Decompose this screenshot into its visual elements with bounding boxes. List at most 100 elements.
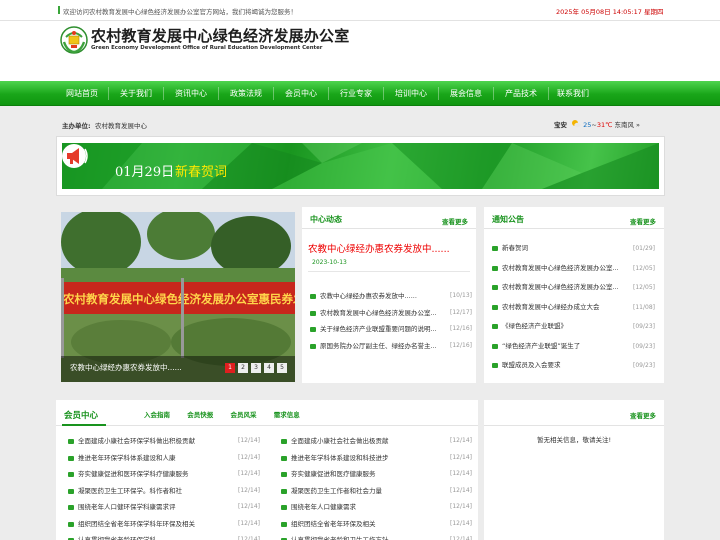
divider (308, 271, 470, 272)
list-item-text[interactable]: 推进老年学科体系建设和科技进步 (291, 450, 389, 467)
list-item-date: [11/08] (633, 303, 655, 311)
list-item[interactable]: “绿色经济产业联盟”诞生了 [09/23] (492, 337, 655, 357)
list-item-text[interactable]: 组织团结全省老年环保学科年环保及相关 (78, 516, 195, 533)
site-title-cn[interactable]: 农村教育发展中心绿色经济发展办公室 (91, 25, 349, 46)
list-item-text[interactable]: 围绕老年人口健环保学科康需求评 (78, 499, 176, 516)
list-bullet-icon (281, 521, 287, 527)
tab-member-showcase[interactable]: 会员风采 (230, 409, 256, 419)
list-item-text[interactable]: 关于绿色经济产业联盟重要问题的说明... (320, 321, 437, 338)
list-item[interactable]: 围绕老年人口健康需求 [12/14] (281, 499, 472, 516)
current-datetime: 2025年 05月08日 14:05:17 星期四 (556, 8, 664, 16)
photo-slider[interactable]: 农村教育发展中心绿色经济发展办公室惠民券发放 农教中心绿经办惠农券发放中....… (61, 212, 295, 382)
list-item-text[interactable]: 认真贯彻我省老龄和卫生工作方针 (291, 532, 389, 540)
list-item[interactable]: 凝聚医药卫生工作者和社会力量 [12/14] (281, 483, 472, 500)
tab-member-news[interactable]: 会员快报 (187, 409, 213, 419)
list-item[interactable]: 《绿色经济产业联盟》 [09/23] (492, 317, 655, 337)
nav-policy[interactable]: 政策法规 (219, 81, 273, 106)
slide-caption[interactable]: 农教中心绿经办惠农券发放中...... (70, 362, 182, 373)
nav-news[interactable]: 资讯中心 (164, 81, 218, 106)
list-item[interactable]: 夯实健康促进和医环保学科疗健康服务 [12/14] (68, 466, 260, 483)
list-item[interactable]: 认真贯彻我省老龄环保学科 [12/14] (68, 532, 260, 540)
list-item-date: [12/05] (633, 284, 655, 291)
greeting-banner[interactable]: 01月29日 新春贺词 (56, 136, 665, 196)
list-item-text[interactable]: 农村教育发展中心绿色经济发展办公室... (502, 259, 619, 279)
list-item-date: [12/14] (238, 536, 260, 540)
banner-title[interactable]: 新春贺词 (175, 161, 227, 180)
list-item-text[interactable]: 联盟成员及入会要求 (502, 356, 561, 376)
list-item-text[interactable]: 凝聚医药卫生工作者和社会力量 (291, 483, 382, 500)
list-bullet-icon (310, 310, 316, 316)
list-item[interactable]: 农村教育发展中心绿色经济发展办公室... [12/17] (310, 305, 472, 322)
list-item[interactable]: 组织团结全省老年环保学科年环保及相关 [12/14] (68, 516, 260, 533)
list-item-date: [12/17] (450, 308, 472, 316)
list-item[interactable]: 认真贯彻我省老龄和卫生工作方针 [12/14] (281, 532, 472, 540)
list-item-text[interactable]: 农村教育发展中心绿色经济发展办公室... (502, 278, 619, 298)
top-bar: 欢迎访问农村教育发展中心绿色经济发展办公室官方网站，我们将竭诚为您服务！ 202… (0, 0, 720, 21)
nav-exhibition[interactable]: 展会信息 (439, 81, 493, 106)
list-item[interactable]: 农村教育发展中心绿经办成立大会 [11/08] (492, 298, 655, 318)
list-item[interactable]: 联盟成员及入会要求 [09/23] (492, 356, 655, 376)
panel-header: 通知公告 查看更多 (484, 207, 664, 229)
list-item-text[interactable]: 夯实健康促进和医疗健康服务 (291, 466, 376, 483)
list-item-date: [12/14] (450, 486, 472, 494)
list-item-text[interactable]: 全面建成小康社会环保学科做出积极贡献 (78, 433, 195, 450)
slide-dot[interactable]: 1 (225, 363, 235, 373)
list-item-text[interactable]: 原国务院办公厅副主任、绿经办名誉主... (320, 338, 437, 355)
banner-background: 01月29日 新春贺词 (62, 143, 659, 189)
nav-about[interactable]: 关于我们 (110, 81, 162, 106)
list-item-text[interactable]: 农村教育发展中心绿色经济发展办公室... (320, 305, 437, 322)
list-item-text[interactable]: 农村教育发展中心绿经办成立大会 (502, 298, 600, 318)
list-item-date: [09/23] (633, 323, 655, 330)
more-link[interactable]: 查看更多 (442, 216, 468, 226)
nav-training[interactable]: 培训中心 (384, 81, 438, 106)
list-item[interactable]: 组织团结全省老年环保及相关 [12/14] (281, 516, 472, 533)
slide-dot[interactable]: 4 (264, 363, 274, 373)
list-item-text[interactable]: 《绿色经济产业联盟》 (502, 317, 567, 337)
list-item[interactable]: 凝聚医药卫生工环保学。科作者和社 [12/14] (68, 483, 260, 500)
slide-pager: 12345 (222, 363, 287, 373)
list-item-text[interactable]: 夯实健康促进和医环保学科疗健康服务 (78, 466, 189, 483)
emblem-logo-icon[interactable] (59, 25, 89, 55)
nav-home[interactable]: 网站首页 (56, 81, 108, 106)
list-item-text[interactable]: 全面建成小康社会社会做出极贡献 (291, 433, 389, 450)
nav-contact[interactable]: 联系我们 (549, 81, 597, 106)
nav-experts[interactable]: 行业专家 (329, 81, 383, 106)
tab-join-guide[interactable]: 入会指南 (144, 409, 170, 419)
list-item[interactable]: 原国务院办公厅副主任、绿经办名誉主... [12/16] (310, 338, 472, 355)
tab-demand-info[interactable]: 需求信息 (274, 409, 300, 419)
panel-header: 查看更多 (484, 400, 664, 426)
panel-header: 中心动态 查看更多 (302, 207, 476, 229)
nav-member[interactable]: 会员中心 (274, 81, 328, 106)
list-item[interactable]: 全面建成小康社会环保学科做出积极贡献 [12/14] (68, 433, 260, 450)
list-item[interactable]: 推进老年学科体系建设和科技进步 [12/14] (281, 450, 472, 467)
list-item[interactable]: 夯实健康促进和医疗健康服务 [12/14] (281, 466, 472, 483)
headline-link[interactable]: 农教中心绿经办惠农券发放中...... (308, 241, 450, 255)
list-item[interactable]: 推进老年环保学科体系建设和人康 [12/14] (68, 450, 260, 467)
list-item[interactable]: 围绕老年人口健环保学科康需求评 [12/14] (68, 499, 260, 516)
list-item-date: [12/14] (450, 453, 472, 461)
list-item-text[interactable]: 认真贯彻我省老龄环保学科 (78, 532, 156, 540)
list-item-text[interactable]: “绿色经济产业联盟”诞生了 (502, 337, 580, 357)
list-item-date: [12/14] (450, 470, 472, 477)
member-tabs: 入会指南 会员快报 会员风采 需求信息 (144, 409, 315, 419)
slide-dot[interactable]: 3 (251, 363, 261, 373)
list-item-text[interactable]: 新春贺词 (502, 239, 528, 259)
list-item[interactable]: 全面建成小康社会社会做出极贡献 [12/14] (281, 433, 472, 450)
list-item[interactable]: 农教中心绿经办惠农券发放中...... [10/13] (310, 288, 472, 305)
slide-dot[interactable]: 5 (277, 363, 287, 373)
weather-widget[interactable]: 宝安 25~31℃ 东南风 » (554, 119, 640, 129)
list-item-text[interactable]: 凝聚医药卫生工环保学。科作者和社 (78, 483, 182, 500)
list-item-text[interactable]: 农教中心绿经办惠农券发放中...... (320, 288, 417, 305)
more-link[interactable]: 查看更多 (630, 410, 656, 420)
slide-dot[interactable]: 2 (238, 363, 248, 373)
list-item-text[interactable]: 组织团结全省老年环保及相关 (291, 516, 376, 533)
list-item[interactable]: 农村教育发展中心绿色经济发展办公室... [12/05] (492, 278, 655, 298)
list-item-text[interactable]: 围绕老年人口健康需求 (291, 499, 356, 516)
list-item[interactable]: 新春贺词 [01/29] (492, 239, 655, 259)
list-item-text[interactable]: 推进老年环保学科体系建设和人康 (78, 450, 176, 467)
list-item[interactable]: 农村教育发展中心绿色经济发展办公室... [12/05] (492, 259, 655, 279)
list-bullet-icon (68, 488, 74, 494)
more-link[interactable]: 查看更多 (630, 216, 656, 226)
nav-products[interactable]: 产品技术 (494, 81, 548, 106)
list-item[interactable]: 关于绿色经济产业联盟重要问题的说明... [12/16] (310, 321, 472, 338)
